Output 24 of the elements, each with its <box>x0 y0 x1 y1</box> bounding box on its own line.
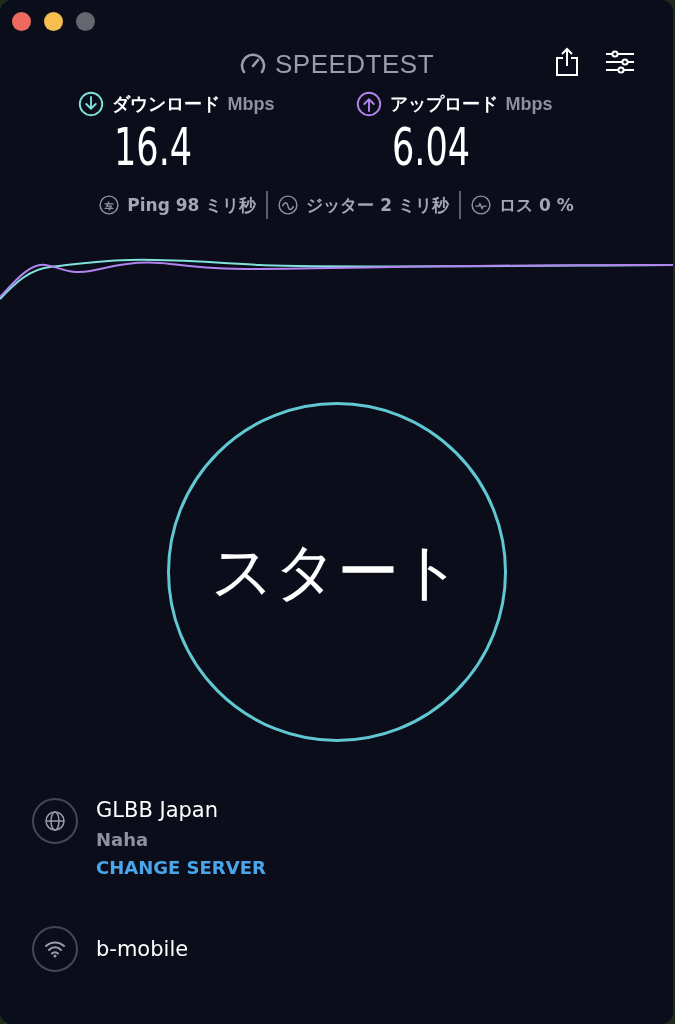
wifi-icon <box>32 926 78 972</box>
metric-label: アップロード <box>389 92 498 116</box>
stat-text: Ping 98 ミリ秒 <box>127 193 257 217</box>
speed-value: 16.4 <box>113 117 192 177</box>
server-name: GLBB Japan <box>96 798 220 822</box>
metric-label: ダウンロード <box>111 92 220 116</box>
unit-label: Mbps <box>227 93 275 115</box>
window-minimize-button[interactable] <box>44 12 63 31</box>
unit-label: Mbps <box>505 93 553 115</box>
settings-icon[interactable] <box>605 49 635 75</box>
jitter-icon <box>278 195 299 215</box>
ping-icon <box>99 195 120 215</box>
change-server-link[interactable]: CHANGE SERVER <box>96 857 266 878</box>
loss-icon <box>471 195 491 215</box>
start-button[interactable]: スタート <box>166 402 507 742</box>
speed-value: 6.04 <box>391 117 470 177</box>
stat-text: ジッター 2 ミリ秒 <box>306 193 449 217</box>
globe-icon <box>32 798 78 844</box>
stat-text: ロス 0 % <box>499 193 574 217</box>
window-close-button[interactable] <box>12 12 31 31</box>
server-location: Naha <box>96 829 150 850</box>
network-name: b-mobile <box>96 937 189 961</box>
share-icon[interactable] <box>555 47 579 77</box>
app-logo: SPEEDTEST <box>274 48 435 80</box>
